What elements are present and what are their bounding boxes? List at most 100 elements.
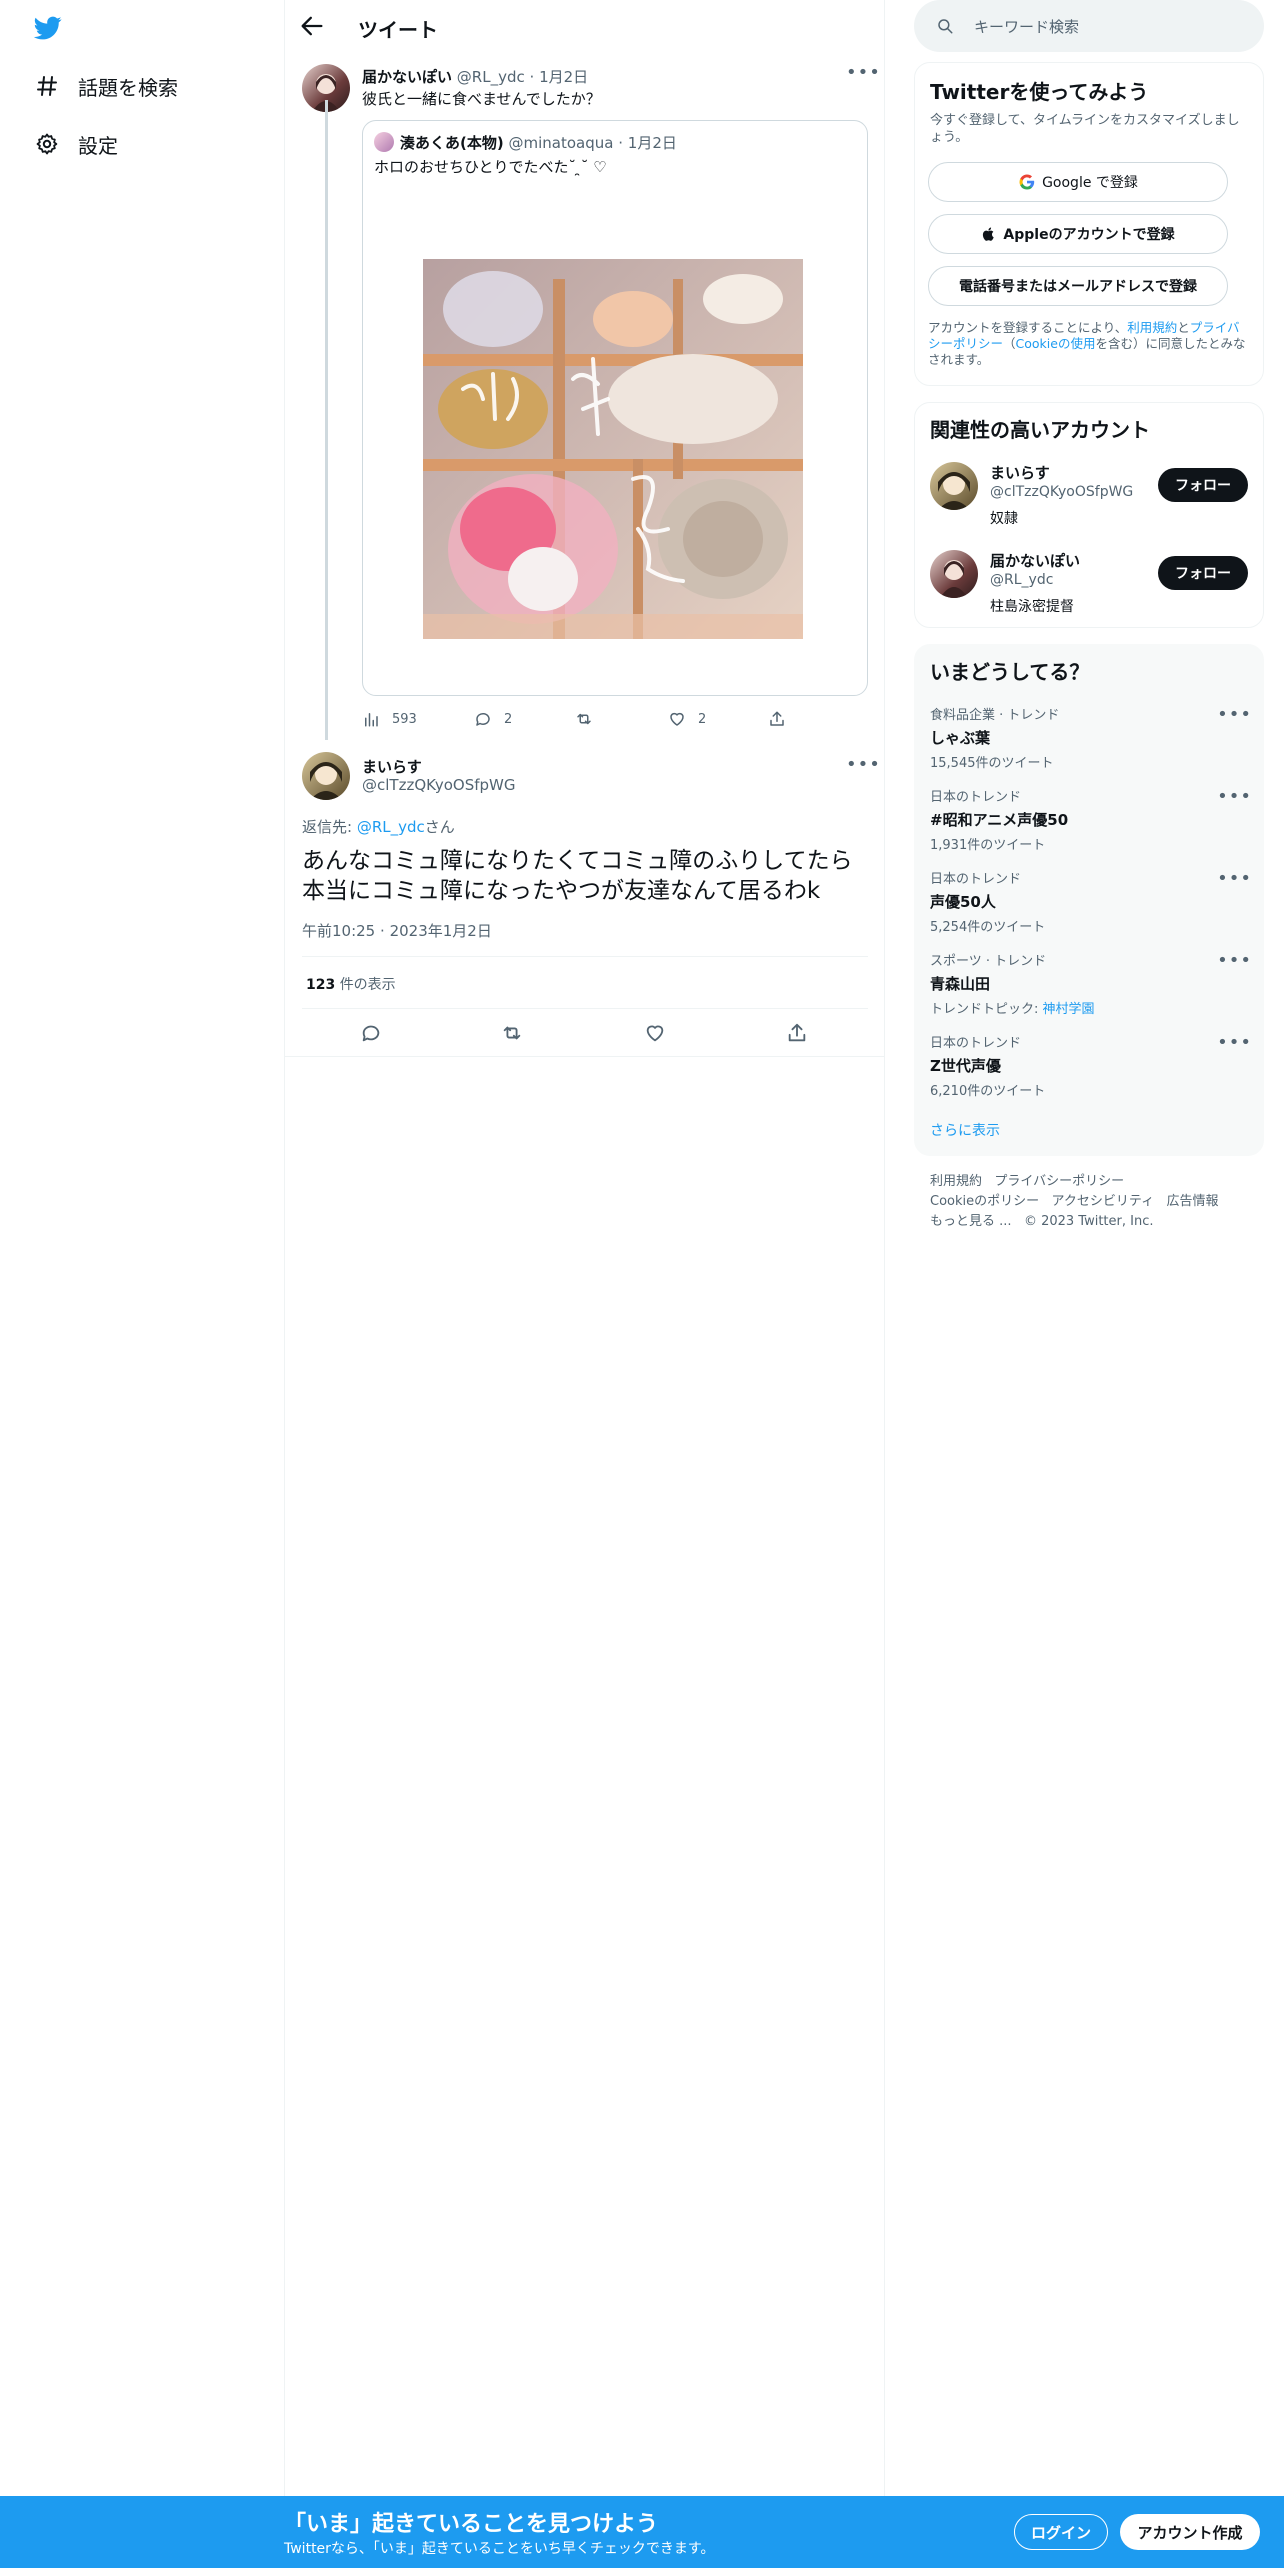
views-label: 件の表示 xyxy=(339,977,396,993)
nav-explore[interactable]: 話題を検索 xyxy=(30,66,178,106)
trend-item[interactable]: スポーツ · トレンド 青森山田 トレンドトピック: 神村学園 ••• xyxy=(930,950,1256,1030)
email-signup-button[interactable]: 電話番号またはメールアドレスで登録 xyxy=(928,266,1228,306)
more-icon[interactable]: ••• xyxy=(1217,704,1252,725)
nav-settings-label: 設定 xyxy=(78,133,118,158)
back-arrow-icon[interactable] xyxy=(298,12,326,40)
search-input[interactable]: キーワード検索 xyxy=(974,16,1079,37)
related-title: 関連性の高いアカウント xyxy=(930,418,1150,442)
account-handle[interactable]: @RL_ydc xyxy=(990,572,1053,588)
search-box[interactable]: キーワード検索 xyxy=(914,0,1264,52)
avatar[interactable] xyxy=(930,462,978,510)
apple-signup-button[interactable]: Appleのアカウントで登録 xyxy=(928,214,1228,254)
terms-link[interactable]: 利用規約 xyxy=(1127,320,1177,335)
more-icon[interactable]: ••• xyxy=(846,754,881,775)
signup-title: Twitterを使ってみよう xyxy=(930,80,1149,104)
signup-subtitle: 今すぐ登録して、タイムラインをカスタマイズしましょう。 xyxy=(930,113,1240,145)
reply-button[interactable] xyxy=(360,1022,382,1048)
share-button[interactable] xyxy=(768,710,798,728)
account-bio: 奴隷 xyxy=(990,511,1018,527)
quoted-display-name: 湊あくあ(本物) xyxy=(400,134,504,152)
search-icon xyxy=(938,19,953,34)
display-name[interactable]: まいらす xyxy=(362,756,422,777)
views-row[interactable]: 123 件の表示 xyxy=(306,974,396,994)
share-button[interactable] xyxy=(786,1022,808,1048)
terms-prefix: アカウントを登録することにより、 xyxy=(928,320,1128,335)
analytics-icon xyxy=(365,713,378,727)
trend-context: 日本のトレンド xyxy=(930,790,1022,805)
footer-copyright: © 2023 Twitter, Inc. xyxy=(1023,1214,1154,1229)
nav-settings[interactable]: 設定 xyxy=(30,124,118,164)
google-signup-button[interactable]: Google で登録 xyxy=(928,162,1228,202)
footer-more-link[interactable]: もっと見る ... xyxy=(930,1214,1012,1229)
trend-item[interactable]: 日本のトレンド Z世代声優 6,210件のツイート ••• xyxy=(930,1032,1256,1112)
handle[interactable]: @RL_ydc xyxy=(457,68,525,86)
trend-name: しゃぶ葉 xyxy=(930,729,991,747)
retweet-button[interactable] xyxy=(500,1022,524,1048)
avatar[interactable] xyxy=(302,752,350,800)
account-bio: 柱島泳密提督 xyxy=(990,599,1074,615)
terms-and: と xyxy=(1177,320,1190,335)
more-icon[interactable]: ••• xyxy=(1217,1032,1252,1053)
more-icon[interactable]: ••• xyxy=(846,62,881,83)
tweet-text: 彼氏と一緒に食べませんでしたか？ xyxy=(362,90,601,108)
quoted-tweet-text: ホロのおせちひとりでたべた˘ ̯˘ ♡ xyxy=(374,158,607,176)
like-button[interactable]: 2 xyxy=(668,710,706,728)
apple-signup-label: Appleのアカウントで登録 xyxy=(1003,227,1175,243)
footer-accessibility-link[interactable]: アクセシビリティ xyxy=(1052,1194,1155,1209)
follow-button[interactable]: フォロー xyxy=(1158,468,1248,502)
trend-context: 日本のトレンド xyxy=(930,1036,1022,1051)
main-tweet-text: あんなコミュ障になりたくてコミュ障のふりしてたら本当にコミュ障になったやつが友達… xyxy=(302,848,853,904)
trend-name: 声優50人 xyxy=(930,893,996,911)
login-button[interactable]: ログイン xyxy=(1014,2514,1108,2550)
retweet-icon xyxy=(503,1026,521,1040)
reply-suffix: さん xyxy=(424,818,455,836)
google-signup-label: Google で登録 xyxy=(1042,175,1138,191)
trend-meta: 15,545件のツイート xyxy=(930,756,1054,771)
follow-button[interactable]: フォロー xyxy=(1158,556,1248,590)
footer-ads-link[interactable]: 広告情報 xyxy=(1167,1194,1219,1209)
quoted-handle: @minatoaqua xyxy=(508,134,614,152)
create-account-button[interactable]: アカウント作成 xyxy=(1120,2514,1260,2550)
divider xyxy=(285,1056,884,1057)
footer-terms-link[interactable]: 利用規約 xyxy=(930,1174,982,1189)
account-name[interactable]: まいらす xyxy=(990,462,1050,483)
cookie-open: （ xyxy=(1003,336,1016,351)
twitter-logo-icon[interactable] xyxy=(32,14,64,42)
trend-context: 食料品企業 · トレンド xyxy=(930,708,1060,723)
retweet-button[interactable] xyxy=(574,710,606,728)
trend-item[interactable]: 食料品企業 · トレンド しゃぶ葉 15,545件のツイート ••• xyxy=(930,704,1256,784)
footer-links: 利用規約 プライバシーポリシー Cookieのポリシー アクセシビリティ 広告情… xyxy=(930,1172,1260,1232)
trend-item[interactable]: 日本のトレンド 声優50人 5,254件のツイート ••• xyxy=(930,868,1256,948)
reply-button[interactable]: 2 xyxy=(474,710,512,728)
trend-topic-label: トレンドトピック: xyxy=(930,1002,1043,1017)
handle[interactable]: @clTzzQKyoOSfpWG xyxy=(362,776,516,794)
views-stat[interactable]: 593 xyxy=(362,710,417,728)
reply-to-link[interactable]: @RL_ydc xyxy=(357,818,425,836)
account-name[interactable]: 届かないぽい xyxy=(990,550,1080,571)
views-number: 123 xyxy=(306,977,336,993)
more-icon[interactable]: ••• xyxy=(1217,786,1252,807)
tweet-timestamp[interactable]: 午前10:25 · 2023年1月2日 xyxy=(302,920,492,941)
account-handle[interactable]: @clTzzQKyoOSfpWG xyxy=(990,484,1133,500)
more-icon[interactable]: ••• xyxy=(1217,868,1252,889)
trend-topic-link[interactable]: 神村学園 xyxy=(1043,1002,1095,1017)
trend-meta: 1,931件のツイート xyxy=(930,838,1046,853)
tweet-date[interactable]: 1月2日 xyxy=(539,68,588,86)
like-button[interactable] xyxy=(644,1022,666,1048)
footer-cookie-link[interactable]: Cookieのポリシー xyxy=(930,1194,1039,1209)
tweet-header: 届かないぽい @RL_ydc · 1月2日 xyxy=(362,66,588,87)
trend-item[interactable]: 日本のトレンド #昭和アニメ声優50 1,931件のツイート ••• xyxy=(930,786,1256,866)
avatar[interactable] xyxy=(930,550,978,598)
quoted-avatar xyxy=(374,132,394,152)
more-icon[interactable]: ••• xyxy=(1217,950,1252,971)
show-more-link[interactable]: さらに表示 xyxy=(930,1120,1000,1140)
views-count: 593 xyxy=(392,711,417,727)
apple-icon xyxy=(983,227,995,241)
display-name[interactable]: 届かないぽい xyxy=(362,68,452,86)
hashtag-icon xyxy=(30,69,64,103)
osechi-photo[interactable] xyxy=(423,259,803,639)
avatar-illustration-icon xyxy=(310,762,342,800)
like-count: 2 xyxy=(698,711,707,727)
footer-privacy-link[interactable]: プライバシーポリシー xyxy=(994,1174,1124,1189)
cookie-link[interactable]: Cookieの使用 xyxy=(1016,336,1096,351)
